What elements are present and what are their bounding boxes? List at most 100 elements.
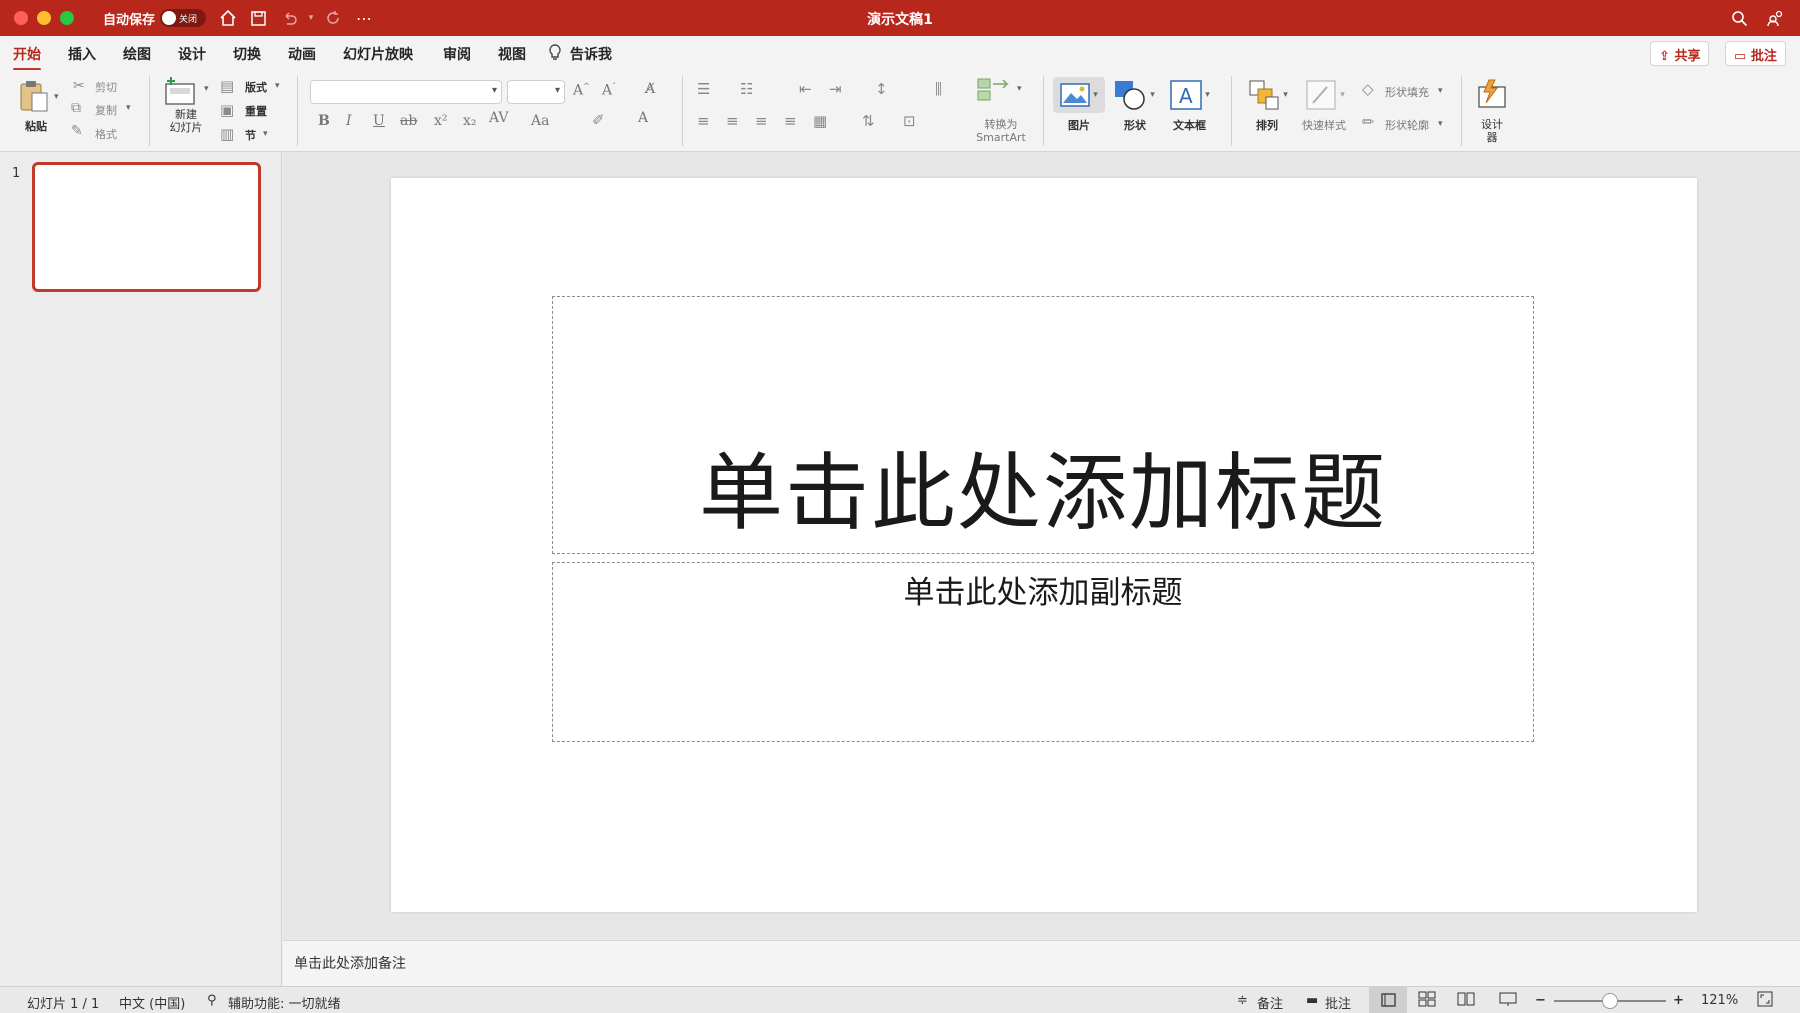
align-left-icon[interactable]: ≡ <box>697 112 710 130</box>
comments-toggle-button[interactable]: 批注 <box>1325 993 1351 1012</box>
slideshow-view-icon[interactable] <box>1499 991 1517 1011</box>
smartart-icon[interactable] <box>976 75 1012 103</box>
notes-pane[interactable]: 单击此处添加备注 <box>283 940 1800 986</box>
tab-transitions[interactable]: 切换 <box>233 44 261 64</box>
section-label[interactable]: 节 <box>245 127 256 143</box>
shape-icon[interactable]: ▾ <box>1111 77 1157 113</box>
slide-sorter-view-icon[interactable] <box>1418 991 1436 1011</box>
reset-label[interactable]: 重置 <box>245 103 267 119</box>
align-center-icon[interactable]: ≡ <box>726 112 739 130</box>
text-direction-icon[interactable]: ⇅ <box>862 112 875 130</box>
zoom-level[interactable]: 121% <box>1701 993 1738 1008</box>
align-text-icon[interactable]: ⊡ <box>903 112 916 130</box>
highlight-icon[interactable]: ✐ <box>592 111 605 129</box>
tab-draw[interactable]: 绘图 <box>123 44 151 64</box>
tab-view[interactable]: 视图 <box>498 44 526 64</box>
shape-fill-icon[interactable]: ◇ <box>1362 80 1374 98</box>
tab-review[interactable]: 审阅 <box>443 44 471 64</box>
zoom-out-icon[interactable]: − <box>1535 993 1546 1008</box>
section-dropdown-icon[interactable]: ▾ <box>263 129 268 139</box>
notes-toggle-button[interactable]: 备注 <box>1257 993 1283 1012</box>
normal-view-icon <box>1381 993 1396 1007</box>
bullets-icon[interactable]: ☰ <box>697 80 710 98</box>
tab-tell-me[interactable]: 告诉我 <box>570 44 612 64</box>
accessibility-status[interactable]: 辅助功能: 一切就绪 <box>228 993 341 1012</box>
comments-status-icon[interactable]: ▬ <box>1306 993 1318 1008</box>
normal-view-button[interactable] <box>1369 987 1407 1013</box>
copy-dropdown-icon[interactable]: ▾ <box>126 103 131 113</box>
shape-outline-icon[interactable]: ✏ <box>1362 113 1375 131</box>
change-case-icon[interactable]: Aa <box>531 113 549 129</box>
layout-label[interactable]: 版式 <box>245 79 267 95</box>
arrange-icon[interactable]: ▾ <box>1245 77 1291 113</box>
comments-button[interactable]: ▭ 批注 <box>1725 41 1786 66</box>
section-icon[interactable]: ▥ <box>220 125 234 143</box>
textbox-icon[interactable]: A ▾ <box>1165 77 1215 113</box>
search-icon[interactable] <box>1728 7 1750 29</box>
smartart-dropdown-icon[interactable]: ▾ <box>1017 84 1022 94</box>
slide-canvas[interactable]: 单击此处添加标题 单击此处添加副标题 <box>391 178 1697 912</box>
shape-fill-dropdown-icon[interactable]: ▾ <box>1438 86 1443 96</box>
numbering-icon[interactable]: ☷ <box>740 80 753 98</box>
share-button[interactable]: ⇪ 共享 <box>1650 41 1710 66</box>
format-painter-label[interactable]: 格式 <box>95 126 117 142</box>
decrease-font-icon[interactable]: Aˇ <box>602 82 616 99</box>
font-name-combo[interactable]: ▾ <box>310 80 502 104</box>
decrease-indent-icon[interactable]: ⇤ <box>799 80 812 98</box>
cut-label[interactable]: 剪切 <box>95 79 117 95</box>
tab-insert[interactable]: 插入 <box>68 44 96 64</box>
increase-font-icon[interactable]: A^ <box>573 82 590 99</box>
svg-text:A: A <box>1179 84 1193 108</box>
picture-button[interactable]: ▾ <box>1053 77 1105 113</box>
shape-outline-dropdown-icon[interactable]: ▾ <box>1438 119 1443 129</box>
layout-icon[interactable]: ▤ <box>220 77 234 95</box>
clear-format-icon[interactable]: A̸ <box>645 81 655 97</box>
quick-styles-icon[interactable]: ▾ <box>1302 77 1348 113</box>
subtitle-placeholder[interactable]: 单击此处添加副标题 <box>552 562 1534 742</box>
strikethrough-icon[interactable]: ab <box>400 113 417 129</box>
tab-animations[interactable]: 动画 <box>288 44 316 64</box>
format-painter-icon[interactable]: ✎ <box>71 123 83 139</box>
line-spacing-icon[interactable]: ↕ <box>875 80 888 98</box>
justify-icon[interactable]: ≡ <box>784 112 797 130</box>
tab-home[interactable]: 开始 <box>13 44 41 71</box>
font-color-icon[interactable]: A <box>638 110 648 126</box>
font-size-combo[interactable]: ▾ <box>507 80 565 104</box>
zoom-in-icon[interactable]: + <box>1673 993 1684 1008</box>
language-status[interactable]: 中文 (中国) <box>119 993 185 1012</box>
character-spacing-icon[interactable]: AV <box>489 110 509 126</box>
underline-icon[interactable]: U <box>373 113 385 129</box>
copy-label[interactable]: 复制 <box>95 102 117 118</box>
paste-dropdown-icon[interactable]: ▾ <box>54 92 59 102</box>
italic-icon[interactable]: I <box>346 113 352 129</box>
new-slide-icon[interactable] <box>162 76 198 106</box>
reset-icon[interactable]: ▣ <box>220 101 234 119</box>
layout-dropdown-icon[interactable]: ▾ <box>275 81 280 91</box>
align-right-icon[interactable]: ≡ <box>755 112 768 130</box>
shape-outline-label[interactable]: 形状轮廓 <box>1385 117 1429 133</box>
accessibility-icon[interactable]: ⚲ <box>207 993 217 1008</box>
designer-icon[interactable] <box>1474 77 1510 113</box>
ribbon-tabs: 开始 插入 绘图 设计 切换 动画 幻灯片放映 审阅 视图 告诉我 ⇪ 共享 ▭… <box>0 36 1800 71</box>
account-icon[interactable] <box>1764 7 1786 29</box>
reading-view-icon[interactable] <box>1457 991 1475 1011</box>
distributed-icon[interactable]: ▦ <box>813 112 827 130</box>
subscript-icon[interactable]: x₂ <box>463 113 477 129</box>
bold-icon[interactable]: B <box>318 113 330 129</box>
zoom-slider-handle[interactable] <box>1602 993 1618 1009</box>
shape-label: 形状 <box>1124 119 1146 132</box>
copy-icon[interactable]: ⧉ <box>71 100 81 116</box>
tab-slideshow[interactable]: 幻灯片放映 <box>343 44 413 64</box>
slide-thumbnail[interactable] <box>32 162 261 292</box>
cut-icon[interactable]: ✂ <box>73 78 85 94</box>
paste-icon[interactable] <box>17 78 51 114</box>
increase-indent-icon[interactable]: ⇥ <box>829 80 842 98</box>
tab-design[interactable]: 设计 <box>178 44 206 64</box>
notes-icon[interactable]: ≑ <box>1237 993 1248 1008</box>
superscript-icon[interactable]: x² <box>434 113 448 129</box>
new-slide-dropdown-icon[interactable]: ▾ <box>204 84 209 94</box>
columns-icon[interactable]: ⫼ <box>935 80 942 98</box>
shape-fill-label[interactable]: 形状填充 <box>1385 84 1429 100</box>
title-placeholder[interactable]: 单击此处添加标题 <box>552 296 1534 554</box>
fit-to-window-icon[interactable] <box>1757 991 1773 1011</box>
